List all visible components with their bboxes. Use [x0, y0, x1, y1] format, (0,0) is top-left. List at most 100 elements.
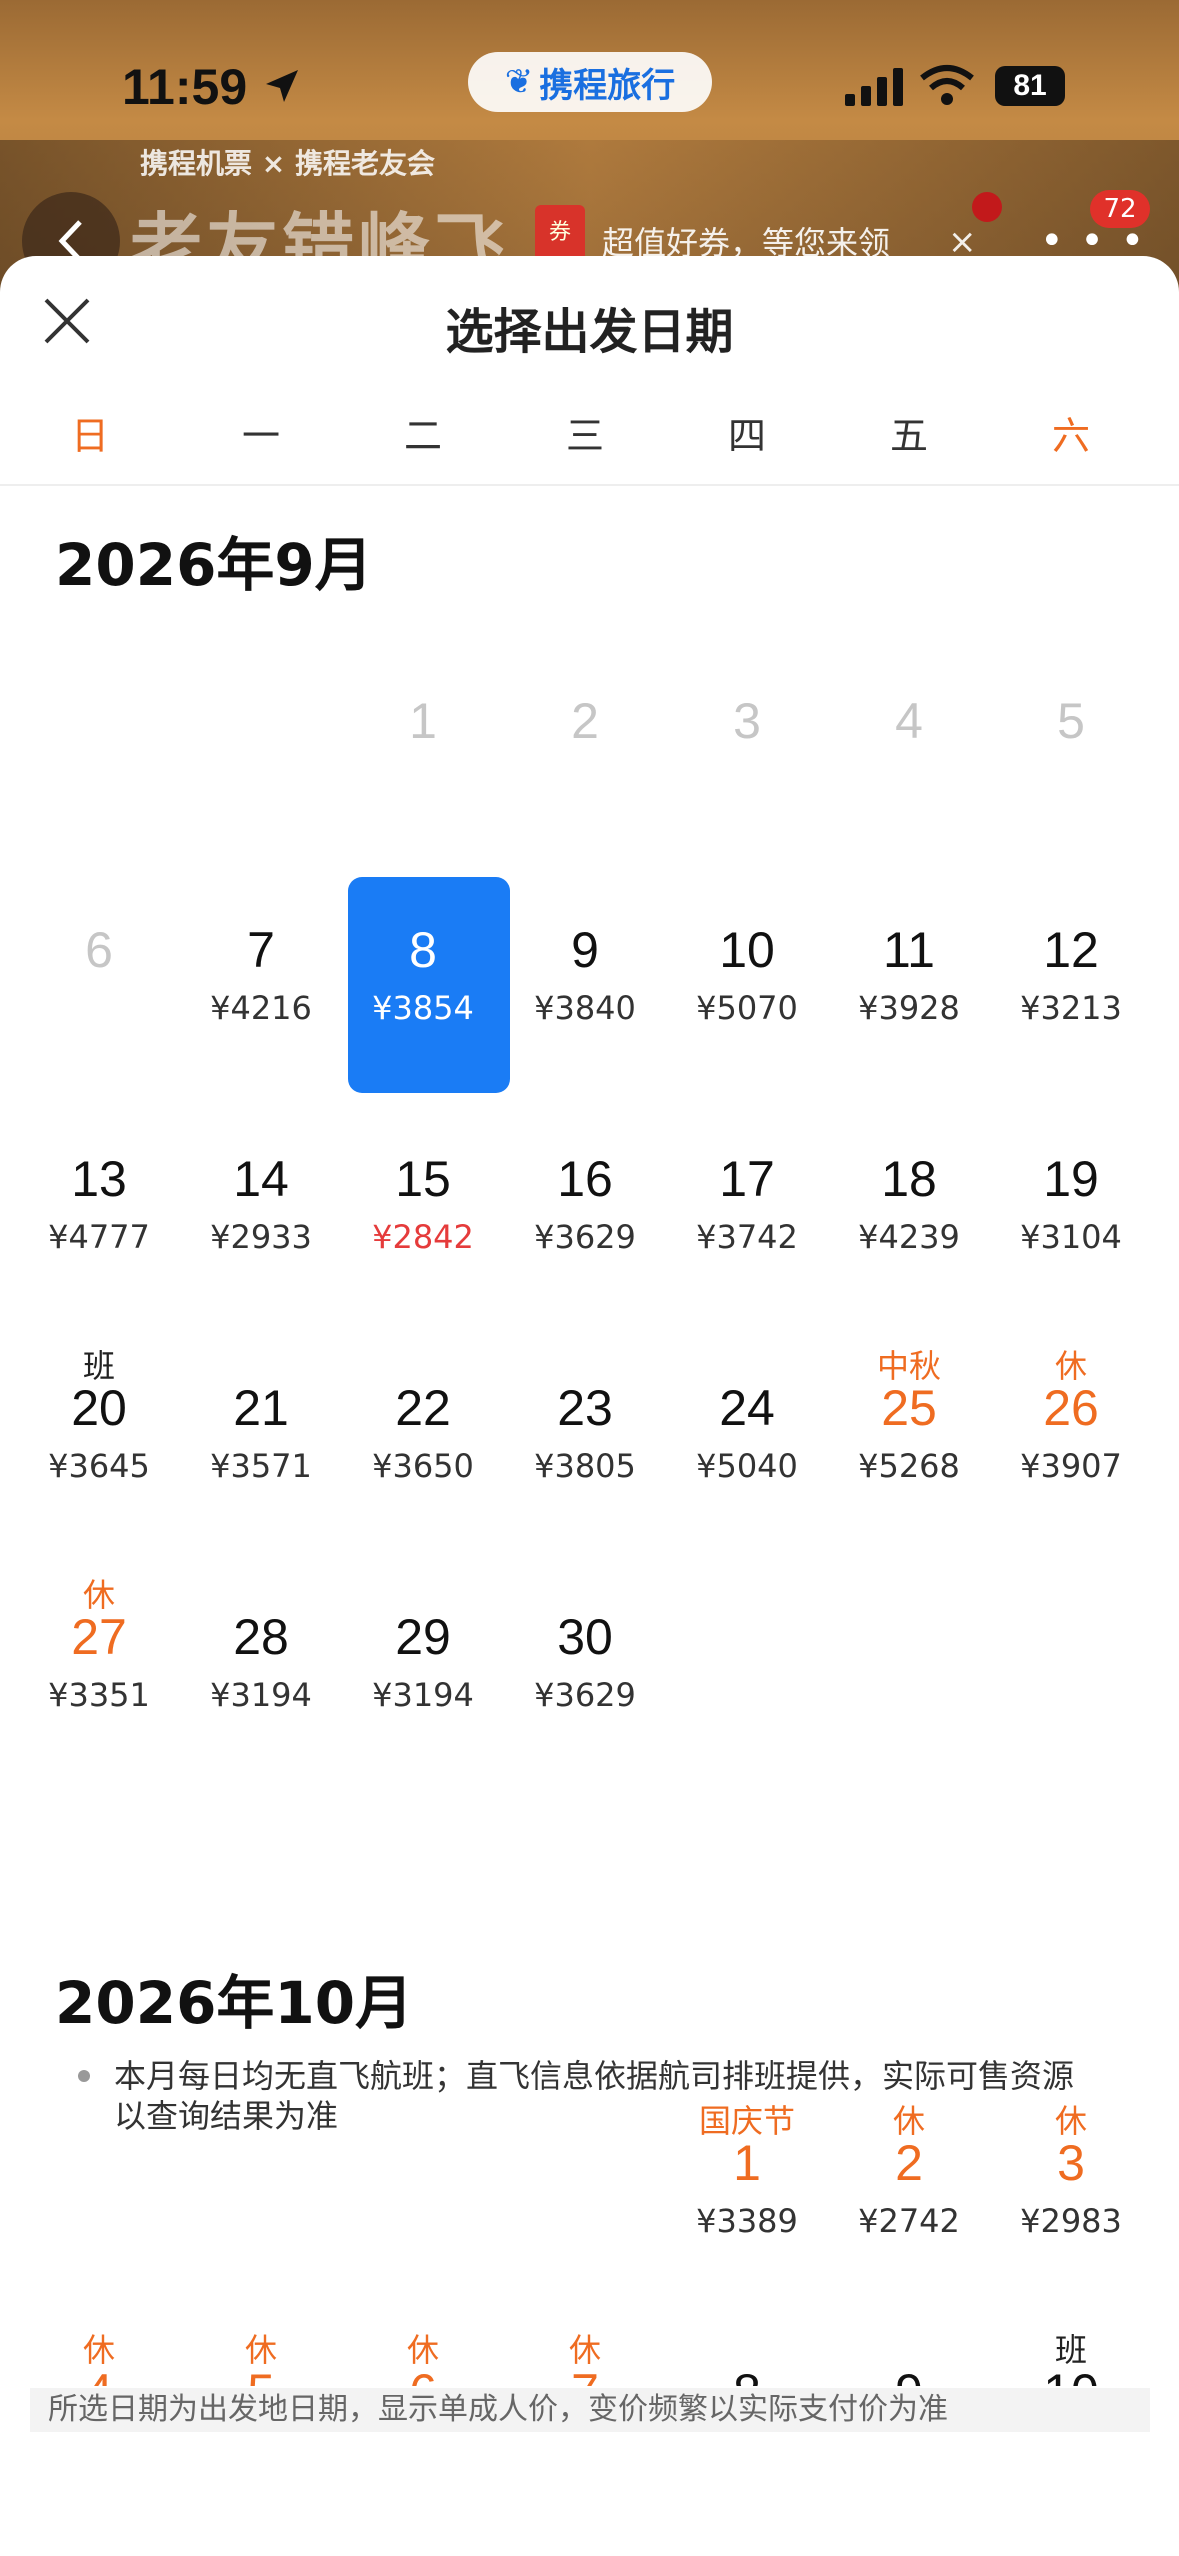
partner-label: 携程机票 × 携程老友会 — [140, 147, 435, 180]
date-number: 27 — [71, 1609, 127, 1665]
date-number: 1 — [733, 2135, 761, 2191]
status-time: 11:59 — [122, 59, 248, 115]
date-number: 25 — [881, 1380, 937, 1436]
date-price: ¥3194 — [372, 1676, 474, 1714]
date-cell-11[interactable]: 11 ¥3928 — [828, 853, 990, 1069]
date-number: 22 — [395, 1380, 451, 1436]
date-cell-27[interactable]: 休 27 ¥3351 — [18, 1540, 180, 1756]
date-number: 12 — [1043, 922, 1099, 978]
date-number: 6 — [342, 2363, 504, 2386]
date-cell-15[interactable]: 15 ¥2842 — [342, 1082, 504, 1298]
weekday-sat: 六 — [1051, 414, 1090, 458]
date-number: 1 — [409, 693, 437, 749]
date-number: 10 — [990, 2363, 1152, 2386]
date-cell-16[interactable]: 16 ¥3629 — [504, 1082, 666, 1298]
date-cell-7[interactable]: 7 ¥4216 — [180, 853, 342, 1069]
date-number: 17 — [719, 1151, 775, 1207]
date-number: 30 — [557, 1609, 613, 1665]
date-cell-28[interactable]: 28 ¥3194 — [180, 1540, 342, 1756]
date-cell-24[interactable]: 24 ¥5040 — [666, 1311, 828, 1527]
date-number: 19 — [1043, 1151, 1099, 1207]
date-cell-5[interactable]: 休5 — [180, 2295, 342, 2386]
date-price: ¥2742 — [858, 2202, 960, 2240]
date-cell-4: 4 — [828, 624, 990, 840]
date-cell-17[interactable]: 17 ¥3742 — [666, 1082, 828, 1298]
date-cell-8[interactable]: 8 — [666, 2295, 828, 2386]
date-number: 28 — [233, 1609, 289, 1665]
date-number: 7 — [247, 922, 275, 978]
date-cell-29[interactable]: 29 ¥3194 — [342, 1540, 504, 1756]
wifi-icon — [920, 65, 974, 105]
date-price: ¥3907 — [1020, 1447, 1122, 1485]
brand-pill: ❦ 携程旅行 — [468, 52, 712, 112]
date-price: ¥4216 — [210, 989, 312, 1027]
battery-indicator: 81 — [995, 66, 1065, 106]
date-price: ¥5268 — [858, 1447, 960, 1485]
date-cell-14[interactable]: 14 ¥2933 — [180, 1082, 342, 1298]
date-cell-9[interactable]: 9 — [828, 2295, 990, 2386]
date-price: ¥3194 — [210, 1676, 312, 1714]
date-number: 2 — [571, 693, 599, 749]
date-cell-23[interactable]: 23 ¥3805 — [504, 1311, 666, 1527]
date-number: 14 — [233, 1151, 289, 1207]
date-number: 8 — [409, 922, 437, 978]
date-number: 23 — [557, 1380, 613, 1436]
message-badge: 72 — [1090, 190, 1150, 228]
month-title-september: 2026年9月 — [55, 531, 373, 599]
date-cell-19[interactable]: 19 ¥3104 — [990, 1082, 1152, 1298]
date-cell-21[interactable]: 21 ¥3571 — [180, 1311, 342, 1527]
notification-dot — [972, 192, 1002, 222]
date-cell-3[interactable]: 休 3 ¥2983 — [990, 2066, 1152, 2282]
date-number: 6 — [85, 922, 113, 978]
date-cell-13[interactable]: 13 ¥4777 — [18, 1082, 180, 1298]
date-price: ¥5040 — [696, 1447, 798, 1485]
date-number: 3 — [733, 693, 761, 749]
date-number: 11 — [883, 922, 935, 978]
weekday-mon: 一 — [241, 414, 280, 458]
date-number: 5 — [1057, 693, 1085, 749]
date-cell-20[interactable]: 班 20 ¥3645 — [18, 1311, 180, 1527]
date-cell-5: 5 — [990, 624, 1152, 840]
date-cell-2[interactable]: 休 2 ¥2742 — [828, 2066, 990, 2282]
brand-logo-icon: ❦ — [504, 62, 534, 102]
date-cell-7[interactable]: 休7 — [504, 2295, 666, 2386]
date-cell-30[interactable]: 30 ¥3629 — [504, 1540, 666, 1756]
date-number: 16 — [557, 1151, 613, 1207]
date-price: ¥3805 — [534, 1447, 636, 1485]
date-number: 21 — [233, 1380, 289, 1436]
sheet-title: 选择出发日期 — [445, 304, 734, 360]
date-cell-25[interactable]: 中秋 25 ¥5268 — [828, 1311, 990, 1527]
date-cell-10[interactable]: 10 ¥5070 — [666, 853, 828, 1069]
weekday-sun: 日 — [70, 414, 109, 458]
date-cell-1[interactable]: 国庆节 1 ¥3389 — [666, 2066, 828, 2282]
date-price: ¥2983 — [1020, 2202, 1122, 2240]
date-cell-18[interactable]: 18 ¥4239 — [828, 1082, 990, 1298]
date-cell-26[interactable]: 休 26 ¥3907 — [990, 1311, 1152, 1527]
date-number: 10 — [719, 922, 775, 978]
date-cell-10[interactable]: 班10 — [990, 2295, 1152, 2386]
selected-date-highlight — [348, 877, 510, 1093]
date-cell-22[interactable]: 22 ¥3650 — [342, 1311, 504, 1527]
sheet-header: 选择出发日期 — [0, 256, 1179, 386]
date-picker-sheet: 选择出发日期 日 一 二 三 四 五 六 2026年9月 1 2 3 4 5 6 7 ¥421… — [0, 256, 1179, 2556]
cellular-signal-icon — [845, 68, 903, 106]
date-cell-4[interactable]: 休4 — [18, 2295, 180, 2386]
coupon-icon: 券 — [535, 205, 585, 261]
date-cell-12[interactable]: 12 ¥3213 — [990, 853, 1152, 1069]
date-cell-2: 2 — [504, 624, 666, 840]
date-cell-6[interactable]: 休6 — [342, 2295, 504, 2386]
date-price: ¥3213 — [1020, 989, 1122, 1027]
date-cell-8[interactable]: 8 ¥3854 — [342, 853, 510, 1093]
date-price: ¥2933 — [210, 1218, 312, 1256]
date-price: ¥3629 — [534, 1676, 636, 1714]
date-price: ¥5070 — [696, 989, 798, 1027]
date-price: ¥3104 — [1020, 1218, 1122, 1256]
date-cell-9[interactable]: 9 ¥3840 — [504, 853, 666, 1069]
date-number: 4 — [895, 693, 923, 749]
date-cell-6: 6 — [18, 853, 180, 1069]
date-number: 3 — [1057, 2135, 1085, 2191]
date-price: ¥3629 — [534, 1218, 636, 1256]
footer-note: 所选日期为出发地日期，显示单成人价，变价频繁以实际支付价为准 — [30, 2388, 1150, 2432]
date-number: 20 — [71, 1380, 127, 1436]
date-price: ¥3351 — [48, 1676, 150, 1714]
